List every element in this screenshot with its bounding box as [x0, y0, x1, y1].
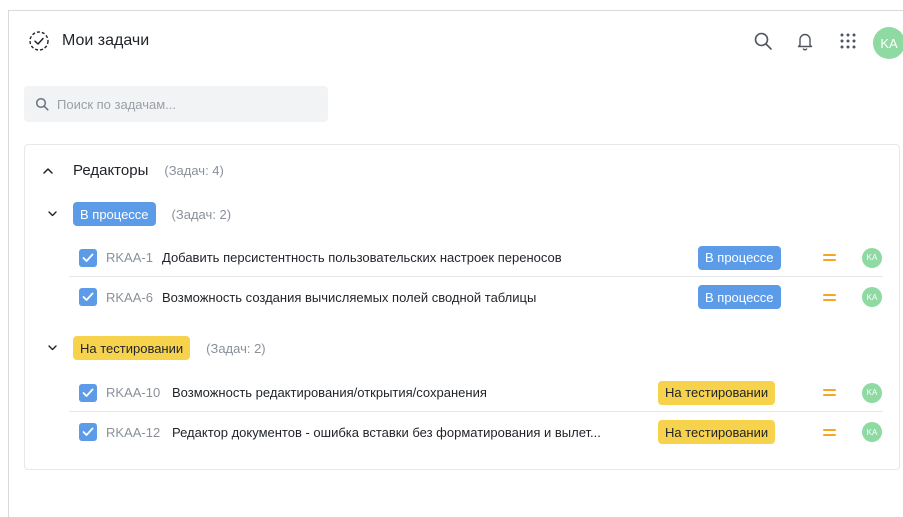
- apps-grid-icon: [840, 33, 856, 49]
- group-count: (Задач: 4): [164, 163, 224, 178]
- priority-medium-icon: [823, 386, 837, 400]
- subgroup-header-testing: На тестировании (Задач: 2): [45, 336, 266, 360]
- task-row[interactable]: RKAA-1 Добавить персистентность пользова…: [69, 239, 883, 277]
- assignee-avatar[interactable]: KA: [862, 422, 882, 442]
- task-key[interactable]: RKAA-1: [106, 250, 153, 265]
- priority-medium-icon: [823, 290, 837, 304]
- search-bar[interactable]: [24, 86, 328, 122]
- check-icon: [82, 253, 94, 262]
- assignee-avatar[interactable]: KA: [862, 247, 882, 268]
- check-icon: [82, 427, 94, 436]
- check-icon: [82, 388, 94, 397]
- task-status-badge[interactable]: В процессе: [698, 245, 781, 270]
- priority-medium-icon: [823, 425, 837, 439]
- subgroup-count: (Задач: 2): [171, 206, 232, 222]
- notifications-button[interactable]: [792, 28, 818, 54]
- group-header-editors: Редакторы (Задач: 4): [41, 162, 224, 179]
- app-frame: Мои задачи KA Поиск по задачам... Редакт…: [8, 10, 903, 517]
- search-icon: [754, 32, 772, 50]
- chevron-up-icon[interactable]: [41, 164, 55, 178]
- assignee-avatar[interactable]: KA: [862, 287, 882, 307]
- task-status-badge[interactable]: На тестировании: [658, 420, 776, 444]
- status-badge: В процессе: [73, 202, 156, 226]
- chevron-down-icon[interactable]: [45, 207, 59, 221]
- task-key[interactable]: RKAA-10: [106, 385, 160, 400]
- status-badge: На тестировании: [73, 336, 191, 360]
- search-button[interactable]: [750, 28, 776, 54]
- task-checkbox[interactable]: [79, 423, 97, 441]
- task-status-badge[interactable]: На тестировании: [658, 380, 776, 405]
- task-title[interactable]: Возможность редактирования/открытия/сохр…: [172, 385, 652, 400]
- page-title: Мои задачи: [62, 32, 150, 49]
- bell-icon: [797, 33, 813, 51]
- check-circle-dashed-icon: [28, 30, 50, 52]
- header: Мои задачи KA: [9, 11, 903, 73]
- user-avatar[interactable]: KA: [873, 27, 903, 59]
- task-title[interactable]: Возможность создания вычисляемых полей с…: [162, 290, 697, 305]
- search-icon: [35, 97, 49, 111]
- search-input[interactable]: [57, 96, 307, 112]
- task-row[interactable]: RKAA-6 Возможность создания вычисляемых …: [69, 278, 883, 316]
- task-checkbox[interactable]: [79, 248, 97, 267]
- task-row[interactable]: RKAA-12 Редактор документов - ошибка вст…: [69, 413, 883, 451]
- task-checkbox[interactable]: [79, 383, 97, 402]
- priority-medium-icon: [823, 251, 837, 265]
- subgroup-header-in-progress: В процессе (Задач: 2): [45, 202, 231, 226]
- task-status-badge[interactable]: В процессе: [698, 285, 781, 309]
- task-checkbox[interactable]: [79, 288, 97, 306]
- task-title[interactable]: Редактор документов - ошибка вставки без…: [172, 425, 652, 440]
- task-title[interactable]: Добавить персистентность пользовательски…: [162, 250, 697, 265]
- apps-button[interactable]: [835, 28, 861, 54]
- task-key[interactable]: RKAA-12: [106, 425, 160, 440]
- subgroup-count: (Задач: 2): [206, 340, 266, 356]
- group-title: Редакторы: [73, 162, 149, 179]
- chevron-down-icon[interactable]: [45, 341, 59, 355]
- task-row[interactable]: RKAA-10 Возможность редактирования/откры…: [69, 374, 883, 412]
- task-group-card: Редакторы (Задач: 4) В процессе (Задач: …: [24, 144, 900, 470]
- check-icon: [82, 292, 94, 301]
- assignee-avatar[interactable]: KA: [862, 382, 882, 403]
- task-key[interactable]: RKAA-6: [106, 290, 153, 305]
